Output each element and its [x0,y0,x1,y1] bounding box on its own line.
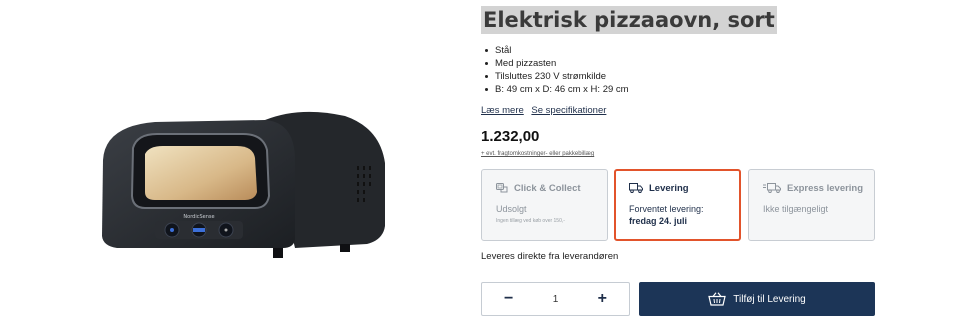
option-note: Ingen tillæg ved køb over 150,- [496,218,565,224]
option-status: Ikke tilgængeligt [763,204,829,214]
delivery-option-click-collect[interactable]: Click & Collect Udsolgt Ingen tillæg ved… [481,169,608,241]
express-truck-icon [763,183,781,193]
feature-item: Tilsluttes 230 V strømkilde [482,70,629,83]
read-more-link[interactable]: Læs mere [481,105,524,116]
product-title: Elektrisk pizzaaovn, sort [481,6,777,34]
specifications-link[interactable]: Se specifikationer [531,105,606,116]
option-status: Udsolgt [496,204,527,214]
expected-delivery-label: Forventet levering: [629,204,704,214]
brand-logo: NordicSense [183,214,214,220]
feature-list: Stål Med pizzasten Tilsluttes 230 V strø… [482,44,629,96]
delivery-option-levering[interactable]: Levering Forventet levering: fredag 24. … [614,169,741,241]
delivery-option-express[interactable]: Express levering Ikke tilgængeligt [748,169,875,241]
click-collect-icon [496,183,508,193]
product-price: 1.232,00 [481,128,540,145]
option-label: Express levering [787,182,864,194]
feature-item: Stål [482,44,629,57]
info-links: Læs mere Se specifikationer [481,105,611,116]
basket-icon [708,292,727,306]
feature-item: B: 49 cm x D: 46 cm x H: 29 cm [482,83,629,96]
add-to-delivery-button[interactable]: Tilføj til Levering [639,282,875,316]
supplier-note: Leveres direkte fra leverandøren [481,251,619,262]
decrease-quantity-button[interactable]: − [504,291,513,307]
extra-costs-link[interactable]: + evt. fragtomkostninger- eller pakkebil… [481,151,594,157]
expected-delivery-date: fredag 24. juli [629,216,688,226]
pizza-oven-illustration: NordicSense [102,111,385,258]
increase-quantity-button[interactable]: + [598,291,607,307]
option-label: Click & Collect [514,182,581,194]
truck-icon [629,183,643,193]
add-to-delivery-label: Tilføj til Levering [733,293,806,305]
quantity-stepper: − 1 + [481,282,630,316]
quantity-value[interactable]: 1 [553,294,559,305]
option-label: Levering [649,182,689,194]
feature-item: Med pizzasten [482,57,629,70]
product-image: NordicSense [95,108,395,273]
